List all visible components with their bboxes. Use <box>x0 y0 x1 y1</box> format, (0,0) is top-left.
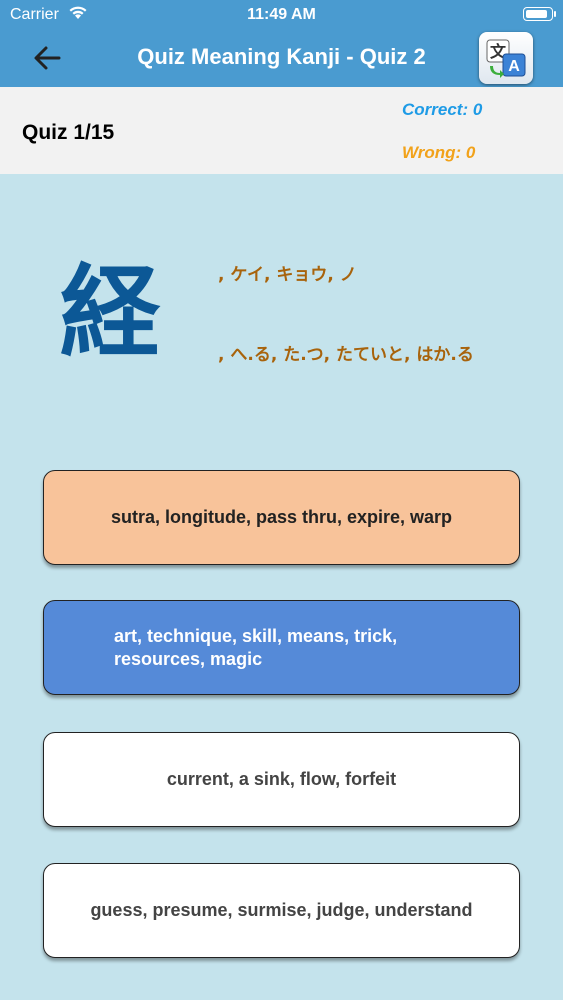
svg-text:A: A <box>508 58 520 75</box>
correct-count: Correct: 0 <box>402 100 483 119</box>
answer-option-2[interactable]: art, technique, skill, means, trick, res… <box>43 600 520 695</box>
top-bar: Carrier 11:49 AM Quiz Meaning Kanji - Qu… <box>0 0 563 87</box>
wrong-count: Wrong: 0 <box>402 143 476 162</box>
battery-icon <box>523 7 556 21</box>
kun-reading: , へ.る, た.つ, たていと, はか.る <box>218 345 474 365</box>
answer-option-4[interactable]: guess, presume, surmise, judge, understa… <box>43 863 520 958</box>
question-kanji: 経 <box>60 254 160 371</box>
answer-option-label: art, technique, skill, means, trick, res… <box>114 625 398 669</box>
answer-option-label: sutra, longitude, pass thru, expire, war… <box>110 507 453 527</box>
translate-icon: 文 A <box>486 39 526 78</box>
navigation-bar: Quiz Meaning Kanji - Quiz 2 文 A <box>0 32 563 84</box>
quiz-progress: Quiz 1/15 <box>22 121 115 144</box>
on-reading: , ケイ, キョウ, ノ <box>218 265 357 285</box>
answer-option-3[interactable]: current, a sink, flow, forfeit <box>43 732 520 827</box>
status-time: 11:49 AM <box>247 6 316 23</box>
translate-button[interactable]: 文 A <box>479 32 533 84</box>
answer-option-label: current, a sink, flow, forfeit <box>166 769 397 789</box>
answer-option-1[interactable]: sutra, longitude, pass thru, expire, war… <box>43 470 520 565</box>
answer-option-label: guess, presume, surmise, judge, understa… <box>90 900 473 920</box>
status-bar: Carrier 11:49 AM <box>0 0 563 30</box>
score-bar: Quiz 1/15 Correct: 0 Wrong: 0 <box>0 87 563 174</box>
